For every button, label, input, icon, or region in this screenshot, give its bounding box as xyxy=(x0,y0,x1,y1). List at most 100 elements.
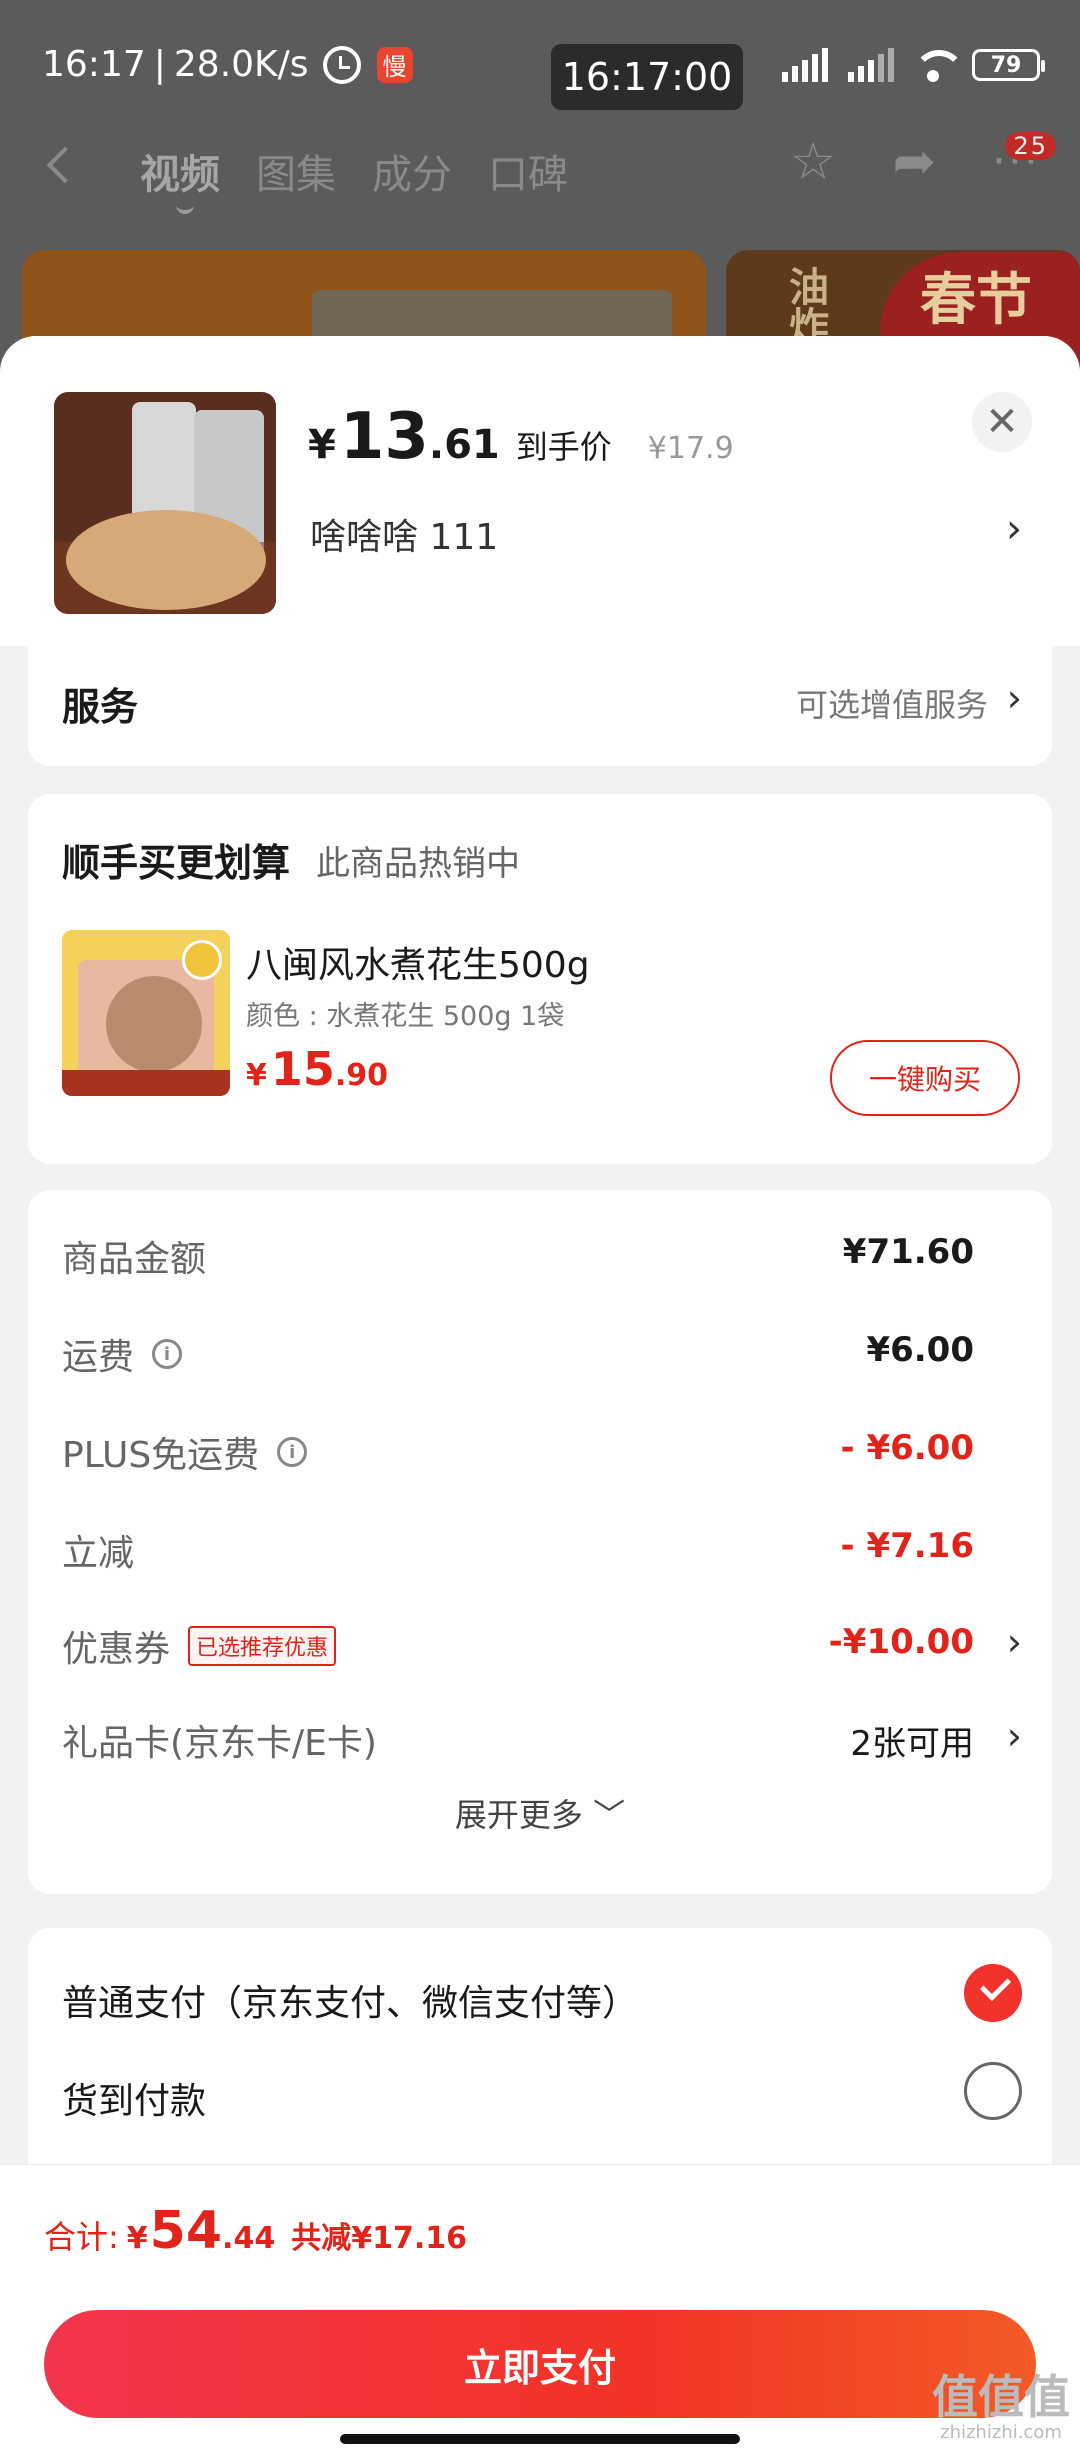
wifi-icon xyxy=(910,48,965,82)
addon-image-footer-strip xyxy=(62,1070,230,1096)
addon-variant: 颜色 : 水煮花生 500g 1袋 xyxy=(246,1001,565,1032)
summary-label: 商品金额 xyxy=(62,1230,206,1282)
spec-chevron-right-icon[interactable]: › xyxy=(1006,506,1022,552)
total-discount: 共减¥17.16 xyxy=(291,2221,467,2256)
chevron-down-icon: ﹀ xyxy=(593,1796,626,1834)
total-label: 合计: xyxy=(44,2218,119,2256)
product-thumbnail xyxy=(54,392,276,614)
expand-more-label: 展开更多 xyxy=(454,1796,583,1834)
service-chevron-right-icon: › xyxy=(1006,676,1022,720)
status-bar: 16:17 | 28.0K/s 慢 16:17:00 79 xyxy=(0,0,1080,130)
payment-option-label: 普通支付（京东支付、微信支付等） xyxy=(62,1983,639,2024)
star-icon[interactable]: ☆ xyxy=(790,136,837,188)
addon-product-image[interactable] xyxy=(62,930,230,1096)
summary-label: PLUS免运费 i xyxy=(62,1426,308,1478)
addon-image-price-sticker xyxy=(182,940,222,980)
back-icon[interactable] xyxy=(46,146,84,184)
nav-tabs: 视频 图集 成分 口碑 xyxy=(140,142,568,214)
summary-value: - ¥7.16 xyxy=(840,1526,975,1566)
expand-more-button[interactable]: 展开更多 ﹀ xyxy=(28,1790,1052,1836)
addon-product-name[interactable]: 八闽风水煮花生500g xyxy=(246,936,590,988)
addon-card: 顺手买更划算 此商品热销中 八闽风水煮花生500g 颜色 : 水煮花生 500g… xyxy=(28,794,1052,1164)
addon-price-symbol: ¥ xyxy=(246,1058,267,1093)
tab-video[interactable]: 视频 xyxy=(140,142,220,214)
summary-row-instant-discount: 立减 - ¥7.16 xyxy=(62,1518,1022,1578)
radio-unchecked-icon[interactable] xyxy=(964,2062,1022,2120)
price-decimal: .61 xyxy=(428,422,500,468)
coupon-recommended-badge: 已选推荐优惠 xyxy=(188,1626,337,1666)
checkout-sheet: ¥ 13 .61 到手价 ¥17.9 ✕ 啥啥啥 111 › 服务 可选增值服务… xyxy=(0,336,1080,2460)
addon-price-decimal: .90 xyxy=(334,1058,389,1093)
alarm-icon xyxy=(322,45,361,84)
product-spec[interactable]: 啥啥啥 111 xyxy=(310,508,498,560)
summary-value: - ¥6.00 xyxy=(840,1428,975,1468)
addon-price-integer: 15 xyxy=(270,1042,335,1096)
summary-label: 运费 i xyxy=(62,1328,183,1380)
summary-row-gift-card[interactable]: 礼品卡(京东卡/E卡) 2张可用 › xyxy=(62,1708,1022,1768)
summary-label-text: PLUS免运费 xyxy=(62,1435,260,1476)
payment-option-cod[interactable]: 货到付款 xyxy=(62,2062,1022,2132)
summary-value: -¥10.00 xyxy=(828,1622,974,1662)
summary-value: ¥6.00 xyxy=(866,1330,974,1370)
payment-option-label: 货到付款 xyxy=(62,2081,207,2122)
signal-hd-icon xyxy=(778,48,828,82)
total-decimal: .44 xyxy=(222,2221,276,2256)
status-left: 16:17 | 28.0K/s 慢 xyxy=(42,44,413,85)
nav-actions: ☆ ➦ ··· 25 xyxy=(790,132,1056,188)
signal-hd-icon-2 xyxy=(844,48,894,82)
total-amount: 合计: ¥ 54 .44 共减¥17.16 xyxy=(44,2201,467,2261)
thumbnail-peanut-bowl xyxy=(66,510,266,610)
tab-gallery[interactable]: 图集 xyxy=(256,142,336,200)
summary-label-text: 优惠券 xyxy=(62,1629,171,1670)
clock-pill: 16:17:00 xyxy=(551,44,743,110)
share-icon[interactable]: ➦ xyxy=(892,136,936,188)
addon-image-peanuts xyxy=(106,976,202,1072)
status-divider: | xyxy=(153,44,166,85)
summary-row-shipping: 运费 i ¥6.00 xyxy=(62,1322,1022,1382)
close-button[interactable]: ✕ xyxy=(972,392,1032,452)
summary-label-text: 商品金额 xyxy=(62,1239,207,1280)
order-summary-card: 商品金额 ¥71.60 运费 i ¥6.00 PLUS免运费 i - ¥6.00 立… xyxy=(28,1190,1052,1894)
gift-card-chevron-right-icon: › xyxy=(1006,1714,1022,1758)
summary-label: 立减 xyxy=(62,1524,134,1576)
product-header: ¥ 13 .61 到手价 ¥17.9 ✕ 啥啥啥 111 › xyxy=(0,336,1080,646)
pay-now-button[interactable]: 立即支付 xyxy=(44,2310,1036,2418)
status-time: 16:17 xyxy=(42,44,146,85)
summary-row-goods-amount: 商品金额 ¥71.60 xyxy=(62,1224,1022,1284)
radio-checked-icon[interactable] xyxy=(964,1964,1022,2022)
summary-value: ¥71.60 xyxy=(842,1232,974,1272)
total-symbol: ¥ xyxy=(126,2221,148,2256)
price-tag-label: 到手价 xyxy=(515,428,612,466)
status-right: 79 xyxy=(778,48,1045,82)
coupon-chevron-right-icon: › xyxy=(1006,1620,1022,1664)
promo-side-text: 油炸 xyxy=(782,266,829,346)
summary-label: 礼品卡(京东卡/E卡) xyxy=(62,1714,377,1766)
footer-total-bar: 合计: ¥ 54 .44 共减¥17.16 xyxy=(0,2164,1080,2290)
summary-label: 优惠券 已选推荐优惠 xyxy=(62,1620,337,1672)
tab-reviews[interactable]: 口碑 xyxy=(488,142,568,200)
payment-option-online[interactable]: 普通支付（京东支付、微信支付等） xyxy=(62,1964,1022,2034)
original-price: ¥17.9 xyxy=(647,431,734,466)
addon-subtitle: 此商品热销中 xyxy=(316,844,520,884)
one-click-buy-button[interactable]: 一键购买 xyxy=(830,1040,1020,1116)
service-label: 服务 xyxy=(62,685,139,729)
watermark-logo: 值值值 zhizhizhi.com xyxy=(932,2374,1070,2442)
summary-row-coupon[interactable]: 优惠券 已选推荐优惠 -¥10.00 › xyxy=(62,1614,1022,1674)
app-notification-badge: 慢 xyxy=(376,46,413,83)
service-hint: 可选增值服务 xyxy=(795,686,988,724)
product-price: ¥ 13 .61 到手价 ¥17.9 xyxy=(308,400,734,474)
watermark-main: 值值值 xyxy=(932,2370,1070,2424)
summary-row-plus-free-shipping: PLUS免运费 i - ¥6.00 xyxy=(62,1420,1022,1480)
info-icon[interactable]: i xyxy=(277,1437,308,1467)
info-icon[interactable]: i xyxy=(152,1339,183,1369)
total-integer: 54 xyxy=(149,2201,223,2261)
summary-label-text: 礼品卡(京东卡/E卡) xyxy=(62,1723,377,1764)
addon-price: ¥ 15 .90 xyxy=(246,1042,388,1096)
notification-count-badge: 25 xyxy=(1005,132,1056,160)
home-indicator[interactable] xyxy=(340,2434,740,2444)
price-integer: 13 xyxy=(339,400,429,474)
service-card[interactable]: 服务 可选增值服务 › xyxy=(28,646,1052,766)
more-icon[interactable]: ··· 25 xyxy=(992,132,1056,184)
close-icon: ✕ xyxy=(985,399,1019,445)
tab-ingredients[interactable]: 成分 xyxy=(372,142,452,200)
